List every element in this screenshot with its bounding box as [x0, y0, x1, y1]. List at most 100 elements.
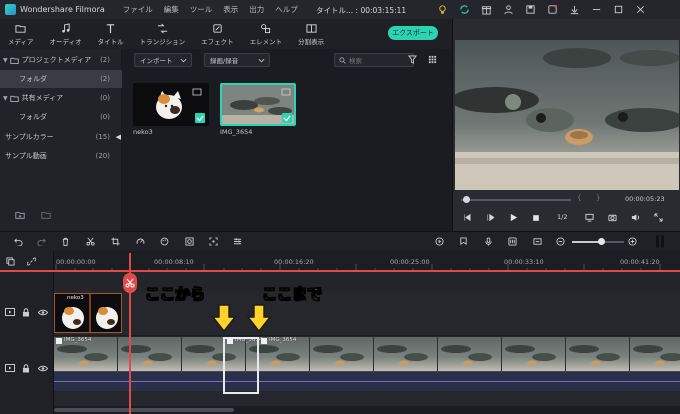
notification-icon[interactable]: [546, 3, 558, 15]
import-dropdown[interactable]: インポート: [134, 53, 192, 67]
color-icon[interactable]: [160, 237, 169, 246]
account-icon[interactable]: [502, 3, 514, 15]
tree-item-folder-shared[interactable]: フォルダ (0): [0, 108, 122, 126]
tab-title[interactable]: タイトル: [90, 19, 132, 49]
tab-media[interactable]: メディア: [0, 19, 42, 49]
scissors-icon[interactable]: [86, 237, 95, 246]
playhead-handle[interactable]: [123, 273, 137, 293]
tab-elements[interactable]: エレメント: [242, 19, 291, 49]
mark-in-icon[interactable]: {: [577, 194, 581, 202]
lock-icon[interactable]: [22, 364, 30, 373]
play-frame-icon[interactable]: [486, 213, 495, 222]
ruler-label: 00:00:08:10: [154, 258, 194, 266]
playback-speed[interactable]: 1/2: [557, 213, 567, 221]
tree-item-shared-media[interactable]: ▼ 共有メディア (0): [0, 89, 122, 107]
speed-icon[interactable]: [136, 237, 145, 246]
tab-effects-label: エフェクト: [201, 37, 234, 46]
preview-progress-track[interactable]: [461, 199, 571, 201]
collapse-panel-icon[interactable]: ◀: [116, 133, 121, 141]
tree-item-folder-project[interactable]: フォルダ (2): [0, 70, 122, 88]
fullscreen-icon[interactable]: [654, 213, 663, 222]
save-icon[interactable]: [524, 3, 536, 15]
menu-help[interactable]: ヘルプ: [275, 4, 298, 15]
stabilize-icon[interactable]: [209, 237, 218, 246]
clip-label: IMG_3654: [64, 337, 92, 343]
microphone-icon[interactable]: [484, 237, 493, 246]
menu-view[interactable]: 表示: [223, 4, 238, 15]
tab-split-screen[interactable]: 分割表示: [290, 19, 332, 49]
adjust-icon[interactable]: [233, 237, 242, 246]
preview-video[interactable]: [455, 40, 679, 190]
stop-icon[interactable]: [532, 214, 540, 222]
zoom-slider-handle[interactable]: [598, 238, 605, 245]
timeline-scrollbar[interactable]: [54, 406, 680, 414]
export-button[interactable]: エクスポート: [388, 26, 438, 40]
menu-file[interactable]: ファイル: [123, 4, 153, 15]
snapshot-icon[interactable]: [608, 213, 617, 222]
pause-panel-icon[interactable]: [655, 235, 665, 248]
lightbulb-icon[interactable]: [436, 3, 448, 15]
folder-icon[interactable]: [41, 210, 51, 220]
link-icon[interactable]: [27, 257, 36, 266]
media-library: インポート 録画/録音 neko3: [122, 49, 452, 231]
lock-icon[interactable]: [22, 308, 30, 317]
media-tree: ▼ プロジェクトメディア (2) フォルダ (2) ▼ 共有メディア (0) フ…: [0, 49, 122, 231]
tree-item-count: (0): [100, 113, 110, 121]
ruler-label: 00:00:16:20: [274, 258, 314, 266]
delete-icon[interactable]: [61, 237, 70, 246]
crop-icon[interactable]: [111, 237, 120, 246]
timeline-clip-neko3[interactable]: neko3: [54, 293, 122, 333]
tab-transition-label: トランジション: [139, 37, 186, 46]
undo-icon[interactable]: [14, 237, 23, 246]
redo-icon[interactable]: [37, 237, 46, 246]
record-dropdown[interactable]: 録画/録音: [204, 53, 270, 67]
tree-item-count: (20): [95, 152, 110, 160]
step-back-icon[interactable]: [463, 213, 472, 222]
tree-item-sample-colors[interactable]: サンプルカラー (15) ◀: [0, 128, 122, 146]
preview-progress-handle[interactable]: [463, 196, 470, 203]
close-icon[interactable]: [634, 3, 646, 15]
fish-image: [222, 85, 294, 124]
grid-view-icon[interactable]: [428, 55, 437, 64]
menu-tools[interactable]: ツール: [190, 4, 213, 15]
download-icon[interactable]: [568, 3, 580, 15]
volume-icon[interactable]: [631, 213, 640, 222]
audio-mixer-icon[interactable]: [508, 237, 517, 246]
render-icon[interactable]: [435, 237, 444, 246]
timeline-ruler[interactable]: 00:00:00:00 00:00:08:10 00:00:16:20 00:0…: [54, 251, 680, 271]
eye-icon[interactable]: [38, 309, 48, 316]
ruler-label: 00:00:41:20: [620, 258, 660, 266]
media-thumb-img-3654[interactable]: [220, 83, 296, 126]
zoom-out-icon[interactable]: [556, 237, 565, 246]
mark-out-icon[interactable]: }: [596, 194, 600, 202]
play-icon[interactable]: [509, 213, 518, 222]
minimize-icon[interactable]: [590, 3, 602, 15]
display-icon[interactable]: [585, 213, 594, 222]
eye-icon[interactable]: [38, 365, 48, 372]
menu-export[interactable]: 出力: [249, 4, 264, 15]
maximize-icon[interactable]: [612, 3, 624, 15]
sync-icon[interactable]: [458, 3, 470, 15]
green-screen-icon[interactable]: [185, 237, 194, 246]
voiceover-icon[interactable]: [533, 237, 542, 246]
tree-item-project-media[interactable]: ▼ プロジェクトメディア (2): [0, 51, 122, 69]
tab-effects[interactable]: エフェクト: [193, 19, 242, 49]
tree-item-sample-video[interactable]: サンプル動画 (20): [0, 147, 122, 165]
selected-segment[interactable]: [223, 337, 259, 394]
tab-audio[interactable]: オーディオ: [42, 19, 90, 49]
search-input[interactable]: [349, 56, 409, 65]
search-field[interactable]: [334, 53, 414, 67]
timeline-clip-strip[interactable]: IMG_3654 IMG_3654 IMG_3654: [54, 337, 680, 371]
audio-waveform[interactable]: [54, 371, 680, 391]
clip-play-icon: [261, 338, 267, 344]
zoom-in-icon[interactable]: [628, 237, 637, 246]
tab-audio-label: オーディオ: [49, 37, 82, 46]
filter-icon[interactable]: [408, 55, 417, 64]
gift-icon[interactable]: [480, 3, 492, 15]
new-folder-icon[interactable]: [15, 210, 25, 220]
tab-transition[interactable]: トランジション: [132, 19, 194, 49]
marker-icon[interactable]: [459, 237, 468, 246]
add-track-icon[interactable]: [6, 257, 15, 266]
menu-edit[interactable]: 編集: [164, 4, 179, 15]
media-thumb-neko3[interactable]: [133, 83, 209, 126]
